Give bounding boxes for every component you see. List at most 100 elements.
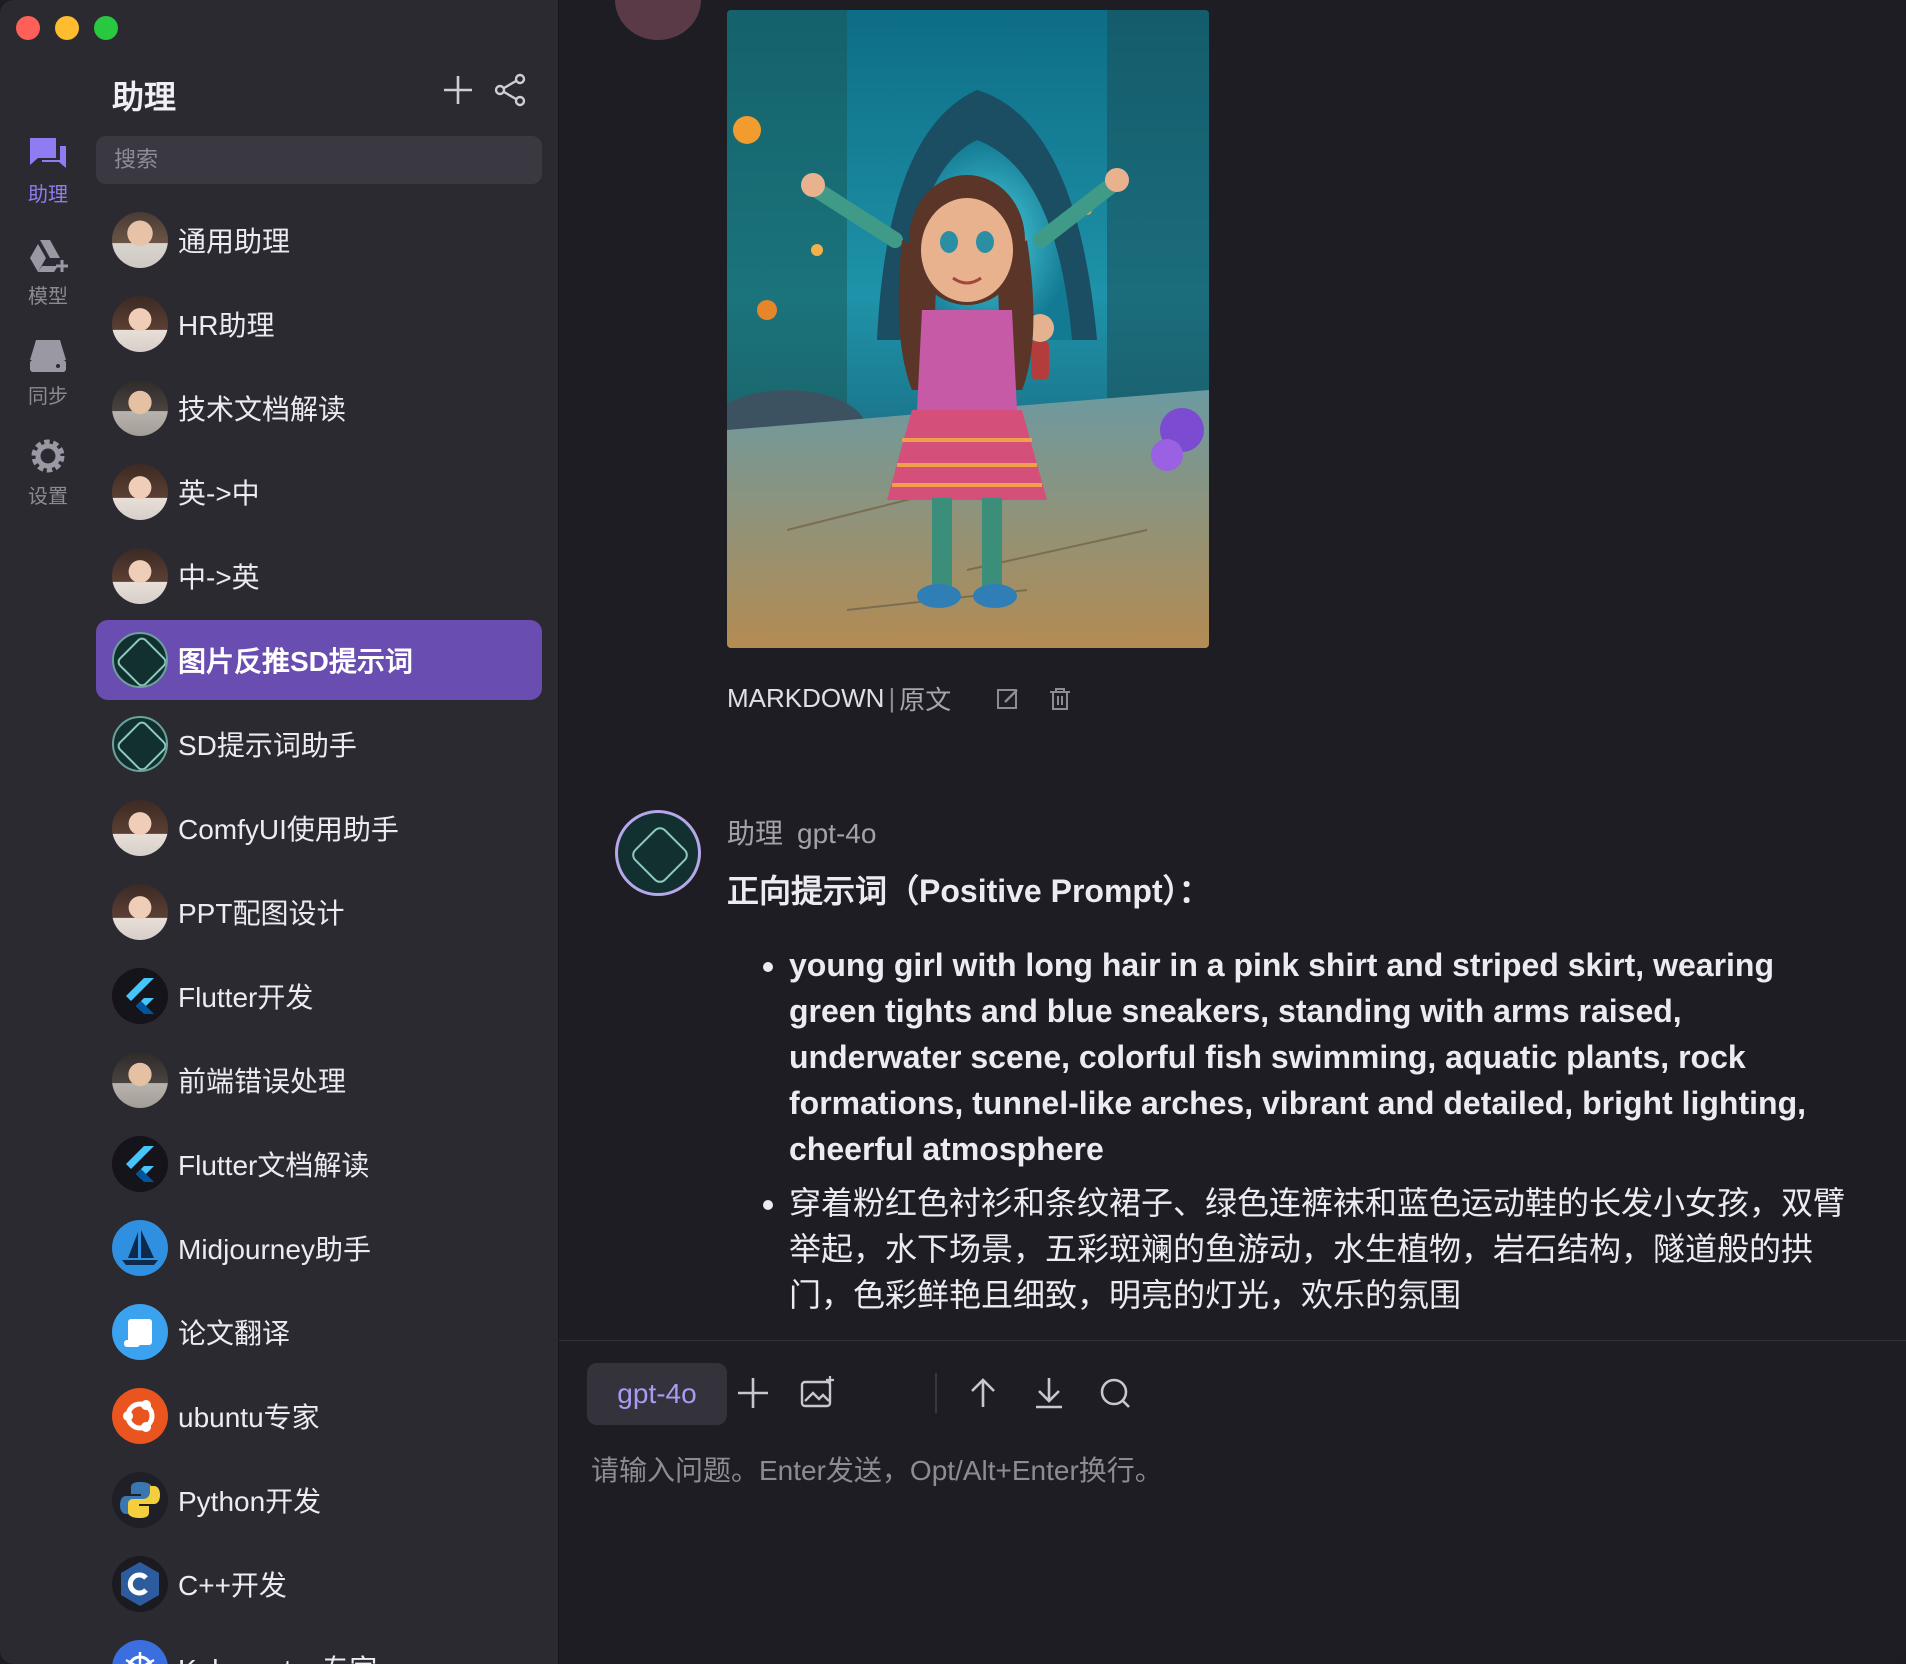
assistant-name: Flutter文档解读	[178, 1150, 370, 1181]
woman-avatar	[112, 884, 168, 940]
assistant-name: Midjourney助手	[178, 1234, 371, 1265]
assistant-item[interactable]: Flutter文档解读	[96, 1124, 542, 1204]
assistant-name: 通用助理	[178, 226, 291, 257]
woman-avatar	[112, 296, 168, 352]
assistant-item[interactable]: 论文翻译	[96, 1292, 542, 1372]
assistant-name: 论文翻译	[178, 1318, 291, 1349]
flutter-logo	[112, 1136, 168, 1192]
raw-text-toggle[interactable]: 原文	[899, 680, 951, 717]
rail-label: 助理	[28, 184, 68, 206]
assistant-item[interactable]: ubuntu专家	[96, 1376, 542, 1456]
assistant-item[interactable]: HR助理	[96, 284, 542, 364]
assistant-item[interactable]: Python开发	[96, 1460, 542, 1540]
assistant-name: ubuntu专家	[178, 1402, 320, 1433]
model-label: gpt-4o	[797, 818, 877, 849]
list-item: young girl with long hair in a pink shir…	[789, 942, 1847, 1172]
zoom-window-button[interactable]	[94, 16, 118, 40]
assistant-sidebar: 助理 通用助理 HR助理 技术文档解读	[96, 0, 559, 1664]
assistant-name: C++开发	[178, 1570, 287, 1601]
assistant-item[interactable]: Flutter开发	[96, 956, 542, 1036]
download-icon[interactable]	[1029, 1373, 1069, 1413]
user-avatar	[615, 0, 701, 40]
gear-icon	[31, 439, 65, 473]
assistant-name: HR助理	[178, 310, 275, 341]
assistant-avatar	[615, 810, 701, 896]
edit-icon[interactable]	[993, 684, 1023, 714]
sync-drive-icon	[30, 340, 66, 372]
ubuntu-logo	[112, 1388, 168, 1444]
assistant-item[interactable]: 中->英	[96, 536, 542, 616]
assistant-item[interactable]: 前端错误处理	[96, 1040, 542, 1120]
assistant-name: ComfyUI使用助手	[178, 814, 399, 845]
stable-diffusion-avatar	[112, 716, 168, 772]
man-avatar	[112, 380, 168, 436]
rail-item-settings[interactable]: 设置	[0, 436, 96, 509]
paper-icon	[112, 1304, 168, 1360]
assistant-item[interactable]: Kubernetes专家	[96, 1628, 542, 1664]
arrow-up-icon[interactable]	[963, 1373, 1003, 1413]
add-assistant-icon[interactable]	[438, 70, 478, 110]
share-icon[interactable]	[490, 70, 530, 110]
assistant-name: 英->中	[178, 478, 260, 509]
close-window-button[interactable]	[16, 16, 40, 40]
python-logo	[112, 1472, 168, 1528]
woman-avatar	[112, 548, 168, 604]
rail-label: 同步	[28, 386, 68, 408]
kubernetes-logo	[112, 1640, 168, 1664]
assistant-message: 正向提示词（Positive Prompt）： young girl with …	[727, 866, 1847, 1326]
assistant-list: 通用助理 HR助理 技术文档解读 英->中 中->英 图片反推SD提示词 SD提…	[96, 200, 542, 1664]
assistant-item[interactable]: ComfyUI使用助手	[96, 788, 542, 868]
rail-label: 设置	[28, 486, 68, 508]
assistant-header: 助理 gpt-4o	[727, 812, 876, 852]
message-heading: 正向提示词（Positive Prompt）：	[727, 873, 1211, 909]
assistant-name: 中->英	[178, 562, 260, 593]
assistant-item[interactable]: 通用助理	[96, 200, 542, 280]
assistant-item[interactable]: 技术文档解读	[96, 368, 542, 448]
assistant-name: 前端错误处理	[178, 1066, 347, 1097]
message-toolbar: MARKDOWN | 原文	[727, 680, 1075, 717]
toolbar-separator: |	[888, 683, 896, 713]
woman-avatar	[112, 800, 168, 856]
markdown-toggle[interactable]: MARKDOWN	[727, 683, 884, 714]
list-item: 穿着粉红色衬衫和条纹裙子、绿色连裤袜和蓝色运动鞋的长发小女孩，双臂举起，水下场景…	[789, 1180, 1847, 1318]
model-selector[interactable]: gpt-4o	[587, 1363, 727, 1425]
chat-icon	[30, 138, 66, 168]
assistant-name: 技术文档解读	[178, 394, 347, 425]
nav-rail: 助理 模型 同步 设置	[0, 0, 96, 1664]
model-icon	[30, 240, 68, 272]
assistant-item[interactable]: SD提示词助手	[96, 704, 542, 784]
assistant-item[interactable]: C++开发	[96, 1544, 542, 1624]
person-avatar	[112, 212, 168, 268]
toolbar-divider	[935, 1373, 937, 1413]
message-image[interactable]	[727, 10, 1209, 648]
cpp-logo	[112, 1556, 168, 1612]
assistant-item[interactable]: 英->中	[96, 452, 542, 532]
chat-panel: MARKDOWN | 原文 助理 gpt-4o 正向提示词（Positive Pr…	[559, 0, 1906, 1664]
assistant-name: SD提示词助手	[178, 730, 357, 761]
search-input[interactable]	[96, 136, 542, 184]
minimize-window-button[interactable]	[55, 16, 79, 40]
assistant-item[interactable]: PPT配图设计	[96, 872, 542, 952]
assistant-name: PPT配图设计	[178, 898, 345, 929]
composer: gpt-4o	[559, 1340, 1906, 1664]
sidebar-title: 助理	[112, 79, 177, 115]
window-controls	[16, 16, 118, 40]
prompt-list: young girl with long hair in a pink shir…	[727, 942, 1847, 1318]
image-upload-icon[interactable]	[797, 1373, 837, 1413]
delete-icon[interactable]	[1045, 684, 1075, 714]
app-window: 助理 模型 同步 设置 助理 搜索 通用助理 HR助理 技术文档解读 英->中 …	[0, 0, 1906, 1664]
add-icon[interactable]	[733, 1373, 773, 1413]
underwater-girl-illustration	[727, 10, 1209, 648]
assistant-label: 助理	[727, 818, 784, 849]
flutter-logo	[112, 968, 168, 1024]
rail-label: 模型	[28, 286, 68, 308]
prompt-input[interactable]	[589, 1447, 1873, 1631]
assistant-item-selected[interactable]: 图片反推SD提示词	[96, 620, 542, 700]
woman-avatar	[112, 464, 168, 520]
assistant-item[interactable]: Midjourney助手	[96, 1208, 542, 1288]
search-icon[interactable]	[1095, 1373, 1135, 1413]
assistant-name: Flutter开发	[178, 982, 314, 1013]
rail-item-models[interactable]: 模型	[0, 236, 96, 309]
rail-item-sync[interactable]: 同步	[0, 336, 96, 409]
rail-item-assistants[interactable]: 助理	[0, 134, 96, 207]
